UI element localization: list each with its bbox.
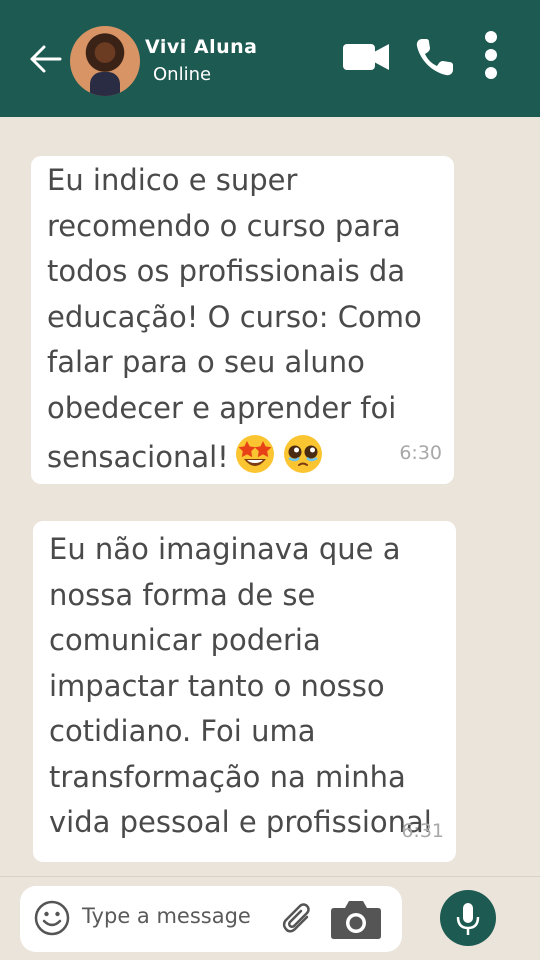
pleading-face-emoji xyxy=(283,435,322,473)
message-input[interactable] xyxy=(82,904,272,928)
message-bubble[interactable]: Eu indico e super recomendo o curso para… xyxy=(31,156,454,484)
contact-status: Online xyxy=(153,64,212,85)
mic-icon xyxy=(456,903,480,935)
message-timestamp: 6:30 xyxy=(399,441,442,464)
message-timestamp: 6:31 xyxy=(401,819,444,842)
message-text-wrapper: Eu indico e super recomendo o curso para… xyxy=(47,158,447,481)
star-struck-emoji xyxy=(235,435,274,473)
contact-name[interactable]: Vivi Aluna xyxy=(145,36,258,58)
message-text: Eu indico e super recomendo o curso para… xyxy=(47,163,422,474)
attach-icon[interactable] xyxy=(280,902,316,938)
phone-call-icon[interactable] xyxy=(414,36,456,78)
more-options-icon[interactable] xyxy=(478,30,504,80)
avatar[interactable] xyxy=(70,26,140,96)
message-composer xyxy=(20,886,402,952)
video-call-icon[interactable] xyxy=(342,42,390,72)
camera-icon[interactable] xyxy=(330,898,382,940)
message-bubble[interactable]: Eu não imaginava que a nossa forma de se… xyxy=(33,521,456,862)
emoji-icon[interactable] xyxy=(34,900,70,936)
message-text: Eu não imaginava que a nossa forma de se… xyxy=(49,532,432,839)
footer-divider xyxy=(0,876,540,877)
chat-header: Vivi Aluna Online xyxy=(0,0,540,117)
voice-record-button[interactable] xyxy=(440,890,496,946)
back-arrow-icon[interactable] xyxy=(28,44,62,74)
